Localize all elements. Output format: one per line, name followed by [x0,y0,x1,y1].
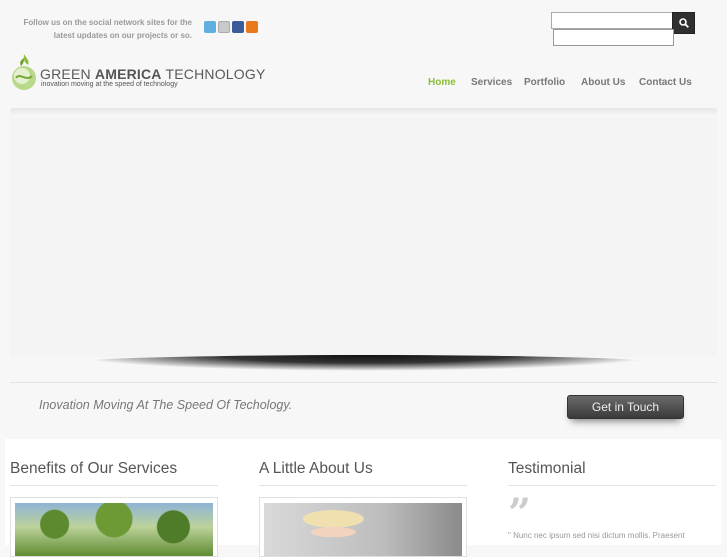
testimonial-heading: Testimonial [508,460,586,477]
logo-title-last: TECHNOLOGY [165,66,266,82]
benefits-heading: Benefits of Our Services [10,460,178,477]
banner-divider [10,382,717,383]
testimonial-text: " Nunc nec ipsum sed nisi dictum mollis.… [508,531,685,540]
logo-title-first: GREEN [40,66,91,82]
logo-title[interactable]: GREEN AMERICA TECHNOLOGY [40,66,265,82]
benefits-divider [10,485,218,486]
about-image[interactable] [259,497,467,557]
search-button[interactable] [672,12,695,34]
twitter-icon[interactable] [204,21,216,33]
nav-divider [10,108,717,115]
nav-home[interactable]: Home [428,77,456,88]
slider-shadow [70,355,660,371]
quote-icon: ” [508,490,532,537]
social-links [204,21,258,33]
nav-contact-us[interactable]: Contact Us [639,77,692,88]
mail-icon[interactable] [218,21,230,33]
facebook-icon[interactable] [232,21,244,33]
banner-tagline: Inovation Moving At The Speed Of Techolo… [39,398,293,412]
follow-text: Follow us on the social network sites fo… [23,18,192,40]
get-in-touch-button[interactable]: Get in Touch [567,395,684,419]
hero-slider[interactable] [10,117,717,357]
logo-tagline: inovation moving at the speed of technol… [41,81,178,88]
logo-title-bold: AMERICA [94,66,162,82]
testimonial-divider [508,485,716,486]
benefits-image[interactable] [10,497,218,557]
search-icon [679,18,689,28]
search-input-secondary[interactable] [553,29,674,46]
about-heading: A Little About Us [259,460,373,477]
logo-globe-icon [12,54,36,90]
rss-icon[interactable] [246,21,258,33]
nav-about-us[interactable]: About Us [581,77,625,88]
nav-portfolio[interactable]: Portfolio [524,77,565,88]
about-divider [259,485,467,486]
nav-services[interactable]: Services [471,77,512,88]
search-input[interactable] [551,12,673,29]
